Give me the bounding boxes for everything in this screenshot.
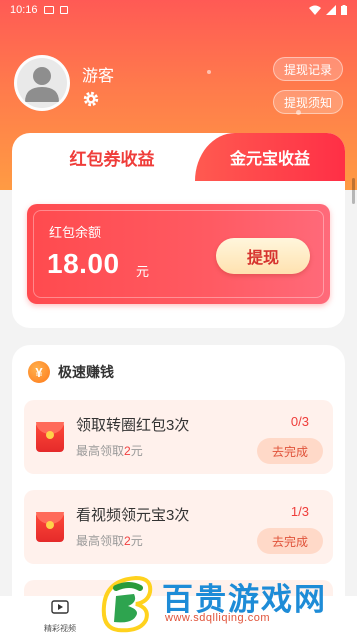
nav-item-video-label: 精彩视频: [44, 624, 76, 633]
signal-icon: [326, 5, 336, 15]
nav-item-video[interactable]: 精彩视频: [38, 600, 82, 634]
task-reward: 最高领取2元: [76, 534, 143, 548]
yen-coin-icon: ¥: [28, 361, 50, 383]
tasks-header: ¥ 极速赚钱: [28, 361, 114, 383]
balance-unit: 元: [136, 264, 150, 279]
task-title: 领取转圈红包3次: [76, 417, 190, 434]
decor-dot: [207, 70, 211, 74]
notification-icon: [43, 6, 54, 14]
balance-label: 红包余额: [49, 225, 102, 240]
status-time: 10:16: [10, 4, 38, 16]
notification-icon: [59, 6, 68, 14]
settings-gear-icon[interactable]: [82, 90, 100, 108]
task-progress: 1/3: [290, 504, 309, 519]
task-go-complete-button[interactable]: 去完成: [257, 528, 323, 554]
red-packet-icon: [36, 512, 64, 542]
task-item: 领取转圈红包3次 最高领取2元 0/3 去完成: [24, 400, 333, 474]
wifi-icon: [309, 5, 321, 15]
earnings-card: 红包券收益 金元宝收益 红包余额 18.00 元 提现: [12, 133, 345, 328]
withdraw-record-button[interactable]: 提现记录: [272, 57, 343, 81]
avatar[interactable]: [14, 55, 70, 111]
status-bar: 10:16: [0, 0, 357, 20]
user-avatar-icon: [25, 67, 59, 102]
watermark-url: www.sdqlliqing.com: [165, 612, 270, 624]
tab-red-packet-earnings[interactable]: 红包券收益: [12, 133, 212, 181]
battery-icon: [341, 5, 347, 15]
task-title: 看视频领元宝3次: [76, 507, 190, 524]
task-go-complete-button[interactable]: 去完成: [257, 438, 323, 464]
username: 游客: [82, 68, 115, 85]
task-item: 看视频领元宝3次 最高领取2元 1/3 去完成: [24, 490, 333, 564]
tab-gold-ingot-earnings[interactable]: 金元宝收益: [195, 133, 345, 181]
withdraw-button[interactable]: 提现: [216, 238, 310, 274]
scrollbar[interactable]: [352, 178, 355, 204]
balance-panel: 红包余额 18.00 元 提现: [27, 204, 330, 304]
withdraw-notice-button[interactable]: 提现须知: [272, 90, 343, 114]
tasks-title: 极速赚钱: [58, 364, 114, 380]
balance-amount: 18.00: [47, 248, 120, 279]
red-packet-icon: [36, 422, 64, 452]
task-progress: 0/3: [290, 414, 309, 429]
task-reward: 最高领取2元: [76, 444, 143, 458]
watermark-logo-icon: [101, 575, 153, 633]
video-icon: [51, 600, 69, 614]
